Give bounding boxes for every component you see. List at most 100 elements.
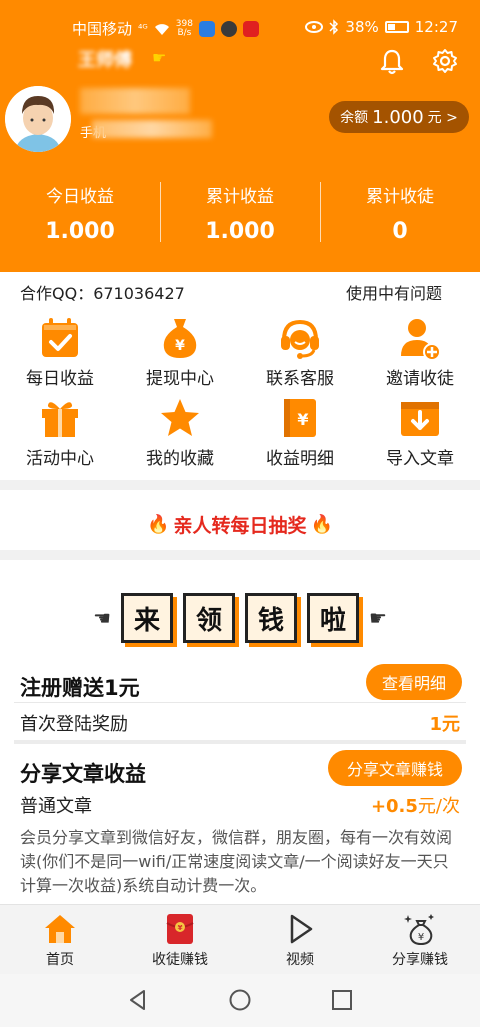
avatar-image xyxy=(5,86,71,152)
reward-value: 1元 xyxy=(429,714,460,735)
battery-icon xyxy=(384,21,409,33)
recents-icon[interactable] xyxy=(330,988,354,1012)
import-icon xyxy=(401,402,439,436)
grid-item-import-article[interactable]: 导入文章 xyxy=(360,392,480,472)
svg-text:¥: ¥ xyxy=(178,924,183,932)
grid-label: 活动中心 xyxy=(26,449,94,469)
bluetooth-icon xyxy=(329,19,339,35)
avatar[interactable] xyxy=(5,86,71,152)
stat-value: 0 xyxy=(392,219,408,244)
banner-char: 领 xyxy=(183,593,235,643)
battery-percent: 38% xyxy=(345,18,379,36)
grid-item-activity[interactable]: 活动中心 xyxy=(0,392,120,472)
signal-icon: ⁴ᴳ xyxy=(138,22,148,35)
gear-icon[interactable] xyxy=(432,48,458,74)
nav-share-earn[interactable]: ¥ 分享赚钱 xyxy=(360,905,480,974)
bottom-nav: 首页 ¥ 收徒赚钱 视频 ¥ 分享赚钱 xyxy=(0,904,480,974)
grid-label: 收益明细 xyxy=(266,449,334,469)
headset-icon xyxy=(281,319,319,359)
ledger-icon: ¥ xyxy=(284,399,316,437)
banner-char: 啦 xyxy=(307,593,359,643)
nav-label: 分享赚钱 xyxy=(392,952,448,968)
user-nickname: 王师傅 xyxy=(78,50,132,71)
svg-text:¥: ¥ xyxy=(175,338,185,354)
svg-text:¥: ¥ xyxy=(418,932,424,943)
come-get-money-banner: ☚ 来 领 钱 啦 ☛ xyxy=(0,590,480,646)
balance-unit: 元 > xyxy=(427,110,458,126)
calendar-check-icon xyxy=(42,318,78,357)
balance-amount: 1.000 xyxy=(372,106,424,128)
grid-label: 我的收藏 xyxy=(146,449,214,469)
grid-item-withdraw[interactable]: ¥ 提现中心 xyxy=(120,312,240,392)
lock-app-icon xyxy=(220,20,237,37)
divider xyxy=(14,702,466,703)
video-app-icon xyxy=(242,20,259,37)
help-link[interactable]: 使用中有问题 xyxy=(346,280,466,304)
section-divider xyxy=(14,740,466,744)
status-bar: 中国移动 ⁴ᴳ 398 B/s 38% 12:27 xyxy=(0,14,480,42)
reward-description: 会员分享文章到微信好友，微信群，朋友圈，每有一次有效阅读(你们不是同一wifi/… xyxy=(20,828,453,895)
banner-char: 来 xyxy=(121,593,173,643)
blurred-username xyxy=(80,88,190,114)
stat-label: 累计收益 xyxy=(206,187,274,207)
stat-today[interactable]: 今日收益 1.000 xyxy=(0,176,160,246)
star-icon xyxy=(161,399,199,436)
play-icon xyxy=(290,914,313,944)
reward-title: 分享文章收益 xyxy=(20,762,146,786)
bell-icon[interactable] xyxy=(379,48,405,76)
grid-item-invite[interactable]: 邀请收徒 xyxy=(360,312,480,392)
nav-video[interactable]: 视频 xyxy=(240,905,360,974)
home-circle-icon[interactable] xyxy=(228,988,252,1012)
flame-icon: 🔥 xyxy=(147,513,170,535)
clock: 12:27 xyxy=(414,18,458,36)
grid-item-customer-service[interactable]: 联系客服 xyxy=(240,312,360,392)
grid-label: 导入文章 xyxy=(386,449,454,469)
eye-icon xyxy=(305,21,324,33)
pointing-hand-icon: ☛ xyxy=(152,48,167,67)
reward-share-article: 分享文章收益 分享文章赚钱 普通文章 +0.5元/次 xyxy=(0,750,480,826)
reward-subtitle: 首次登陆奖励 xyxy=(20,714,128,735)
reward-register: 注册赠送1元 查看明细 首次登陆奖励 1元 xyxy=(0,662,480,738)
profile-header: 中国移动 ⁴ᴳ 398 B/s 38% 12:27 王师傅 ☛ 余额 1.000… xyxy=(0,0,480,272)
flame-icon: 🔥 xyxy=(310,513,333,535)
grid-item-daily-earnings[interactable]: 每日收益 xyxy=(0,312,120,392)
stat-value: 1.000 xyxy=(45,219,115,244)
grid-label: 邀请收徒 xyxy=(386,369,454,389)
qq-contact[interactable]: 合作QQ：671036427 xyxy=(20,280,185,304)
nav-home[interactable]: 首页 xyxy=(0,905,120,974)
grid-item-earnings-detail[interactable]: ¥ 收益明细 xyxy=(240,392,360,472)
money-bag-sparkle-icon: ¥ xyxy=(404,914,434,945)
stat-label: 累计收徒 xyxy=(366,187,434,207)
balance-button[interactable]: 余额 1.000 元 > xyxy=(329,101,469,133)
earnings-stats: 今日收益 1.000 累计收益 1.000 累计收徒 0 xyxy=(0,176,480,246)
shield-app-icon xyxy=(198,20,215,37)
nav-label: 首页 xyxy=(46,952,74,968)
stat-apprentices[interactable]: 累计收徒 0 xyxy=(320,176,480,246)
grid-label: 联系客服 xyxy=(266,369,334,389)
home-icon xyxy=(45,915,75,943)
nav-label: 收徒赚钱 xyxy=(152,952,208,968)
pointing-hand-left-icon: ☚ xyxy=(93,606,111,630)
daily-lottery-banner[interactable]: 🔥 亲人转每日抽奖 🔥 xyxy=(0,503,480,545)
stat-value: 1.000 xyxy=(205,219,275,244)
share-article-button[interactable]: 分享文章赚钱 xyxy=(328,750,462,786)
nav-recruit[interactable]: ¥ 收徒赚钱 xyxy=(120,905,240,974)
red-envelope-icon: ¥ xyxy=(166,914,194,944)
feature-grid: 每日收益 ¥ 提现中心 联系客服 邀请收徒 活动中心 我的收藏 ¥ 收益明细 导… xyxy=(0,312,480,472)
section-divider xyxy=(0,480,480,490)
contact-row: 合作QQ：671036427 使用中有问题 xyxy=(0,280,480,304)
svg-text:¥: ¥ xyxy=(297,410,308,429)
stat-total[interactable]: 累计收益 1.000 xyxy=(160,176,320,246)
grid-item-favorites[interactable]: 我的收藏 xyxy=(120,392,240,472)
back-icon[interactable] xyxy=(126,988,150,1012)
grid-label: 每日收益 xyxy=(26,369,94,389)
gift-icon xyxy=(42,402,78,437)
nav-label: 视频 xyxy=(286,952,314,968)
view-details-button[interactable]: 查看明细 xyxy=(366,664,462,700)
reward-subtitle: 普通文章 xyxy=(20,796,92,817)
money-bag-icon: ¥ xyxy=(163,319,197,358)
balance-label: 余额 xyxy=(340,110,369,126)
lottery-text: 亲人转每日抽奖 xyxy=(173,514,307,537)
add-user-icon xyxy=(401,319,441,360)
reward-title: 注册赠送1元 xyxy=(20,676,140,700)
